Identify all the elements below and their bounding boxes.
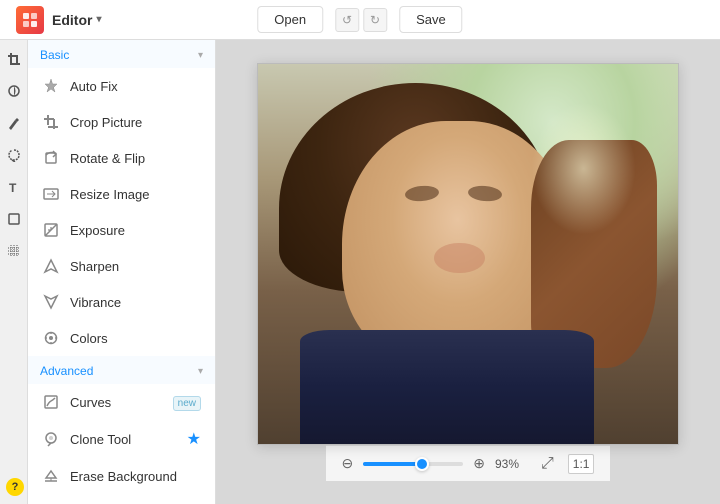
- header-center-controls: Open ↺ ↻ Save: [257, 6, 462, 33]
- menu-item-auto-fix[interactable]: Auto Fix: [28, 68, 215, 104]
- main-layout: T Basic ▾: [0, 40, 720, 504]
- fit-screen-icon[interactable]: ⤢: [537, 455, 558, 473]
- sharpen-label: Sharpen: [70, 259, 201, 274]
- zoom-in-icon: ⊕: [473, 455, 485, 472]
- colors-icon: [42, 329, 60, 347]
- rotate-label: Rotate & Flip: [70, 151, 201, 166]
- icon-bar: T: [0, 40, 28, 504]
- editor-menu-chevron[interactable]: ▾: [96, 14, 101, 25]
- photo-container: [257, 63, 679, 445]
- menu-item-erase-bg[interactable]: Erase Background: [28, 458, 215, 494]
- app-logo: [16, 6, 44, 34]
- crop-tool-icon[interactable]: [3, 48, 25, 70]
- basic-section-header[interactable]: Basic ▾: [28, 40, 215, 68]
- erase-bg-icon: [42, 467, 60, 485]
- auto-fix-label: Auto Fix: [70, 79, 201, 94]
- header: Editor ▾ Open ↺ ↻ Save: [0, 0, 720, 40]
- erase-bg-label: Erase Background: [70, 469, 201, 484]
- menu-item-colors[interactable]: Colors: [28, 320, 215, 356]
- zoom-percent: 93%: [495, 457, 527, 471]
- curves-badge: new: [173, 393, 201, 411]
- pattern-tool-icon[interactable]: [3, 240, 25, 262]
- clone-tool-label: Clone Tool: [70, 432, 177, 447]
- exposure-icon: [42, 221, 60, 239]
- curves-icon: [42, 393, 60, 411]
- menu-item-resize[interactable]: Resize Image: [28, 176, 215, 212]
- vibrance-label: Vibrance: [70, 295, 201, 310]
- basic-section-chevron: ▾: [198, 50, 203, 61]
- undo-redo-group: ↺ ↻: [335, 8, 387, 32]
- curves-label: Curves: [70, 395, 163, 410]
- brush-tool-icon[interactable]: [3, 112, 25, 134]
- menu-item-rotate[interactable]: Rotate & Flip: [28, 140, 215, 176]
- bottom-toolbar: ⊖ ⊕ 93% ⤢ 1:1: [326, 445, 611, 481]
- zoom-slider[interactable]: [363, 462, 463, 466]
- shape-tool-icon[interactable]: [3, 208, 25, 230]
- advanced-section-header[interactable]: Advanced ▾: [28, 356, 215, 384]
- zoom-slider-container: [363, 462, 463, 466]
- menu-item-vibrance[interactable]: Vibrance: [28, 284, 215, 320]
- lasso-tool-icon[interactable]: [3, 144, 25, 166]
- menu-item-curves[interactable]: Curves new: [28, 384, 215, 420]
- text-tool-icon[interactable]: T: [3, 176, 25, 198]
- menu-item-sharpen[interactable]: Sharpen: [28, 248, 215, 284]
- app-title: Editor ▾: [52, 12, 101, 28]
- photo-highlight: [531, 102, 636, 235]
- adjust-tool-icon[interactable]: [3, 80, 25, 102]
- sidebar: Basic ▾ Auto Fix Crop Picture: [28, 40, 216, 504]
- basic-section-label: Basic: [40, 48, 69, 62]
- exposure-label: Exposure: [70, 223, 201, 238]
- sharpen-icon: [42, 257, 60, 275]
- photo: [258, 64, 678, 444]
- menu-item-clone-tool[interactable]: Clone Tool ★: [28, 420, 215, 458]
- photo-shirt: [300, 330, 594, 444]
- crop-label: Crop Picture: [70, 115, 201, 130]
- zoom-out-icon: ⊖: [342, 455, 354, 472]
- advanced-section-chevron: ▾: [198, 366, 203, 377]
- resize-label: Resize Image: [70, 187, 201, 202]
- canvas-area: ⊖ ⊕ 93% ⤢ 1:1: [216, 40, 720, 504]
- undo-button[interactable]: ↺: [335, 8, 359, 32]
- menu-item-crop[interactable]: Crop Picture: [28, 104, 215, 140]
- clone-tool-icon: [42, 430, 60, 448]
- svg-text:T: T: [9, 181, 17, 194]
- colors-label: Colors: [70, 331, 201, 346]
- menu-item-exposure[interactable]: Exposure: [28, 212, 215, 248]
- lips: [434, 243, 484, 273]
- advanced-section-label: Advanced: [40, 364, 93, 378]
- vibrance-icon: [42, 293, 60, 311]
- open-button[interactable]: Open: [257, 6, 323, 33]
- clone-tool-badge: ★: [187, 429, 201, 449]
- resize-icon: [42, 185, 60, 203]
- crop-icon: [42, 113, 60, 131]
- rotate-icon: [42, 149, 60, 167]
- save-button[interactable]: Save: [399, 6, 463, 33]
- help-icon[interactable]: ?: [6, 478, 24, 496]
- auto-fix-icon: [42, 77, 60, 95]
- redo-button[interactable]: ↻: [363, 8, 387, 32]
- zoom-1to1-button[interactable]: 1:1: [568, 454, 595, 474]
